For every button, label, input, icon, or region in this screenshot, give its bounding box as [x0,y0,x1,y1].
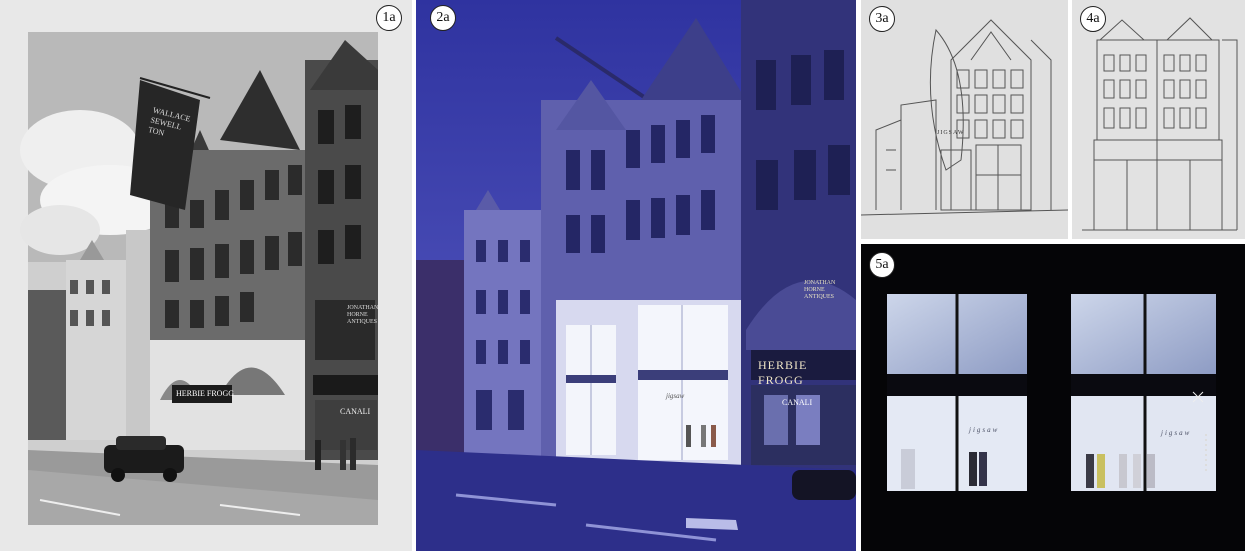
photo-2a [416,0,856,551]
photo-1a [20,32,378,525]
canali-sign-1a: CANALI [340,407,371,416]
panel-5a: jigsaw jigsaw 5a [861,244,1245,551]
antiques-sign-2a: JONATHAN HORNE ANTIQUES [804,280,836,300]
herbie-frogg-sign-2a: HERBIE FROGG [758,358,808,387]
panel-label-2a: 2a [430,5,456,31]
elevation-4a [1082,17,1238,231]
shop-sign-1a: HERBIE FROGG [176,389,235,398]
panel-4a: 4a [1072,0,1245,239]
panel-label-3a: 3a [869,6,895,32]
panel-1a: WALLACE SEWELL TON HERBIE FROGG JONATHAN… [0,0,412,551]
antiques-sign-1a: JONATHAN HORNE ANTIQUES [347,305,379,325]
jigsaw-logo-left-5a: jigsaw [969,426,1000,434]
panel-2a: HERBIE FROGG JONATHAN HORNE ANTIQUES CAN… [416,0,856,551]
photo-5a [861,244,1245,551]
panel-label-5a: 5a [869,252,895,278]
jigsaw-logo-right-5a: jigsaw [1161,429,1192,437]
panel-label-4a: 4a [1080,6,1106,32]
sketch-3a [861,19,1068,216]
jigsaw-sign-3a: JIGSAW [937,130,965,136]
canali-sign-2a: CANALI [782,398,813,407]
panel-label-1a: 1a [376,5,402,31]
jigsaw-window-text-2a: jigsaw [666,392,685,400]
panel-3a: JIGSAW 3a [861,0,1068,239]
